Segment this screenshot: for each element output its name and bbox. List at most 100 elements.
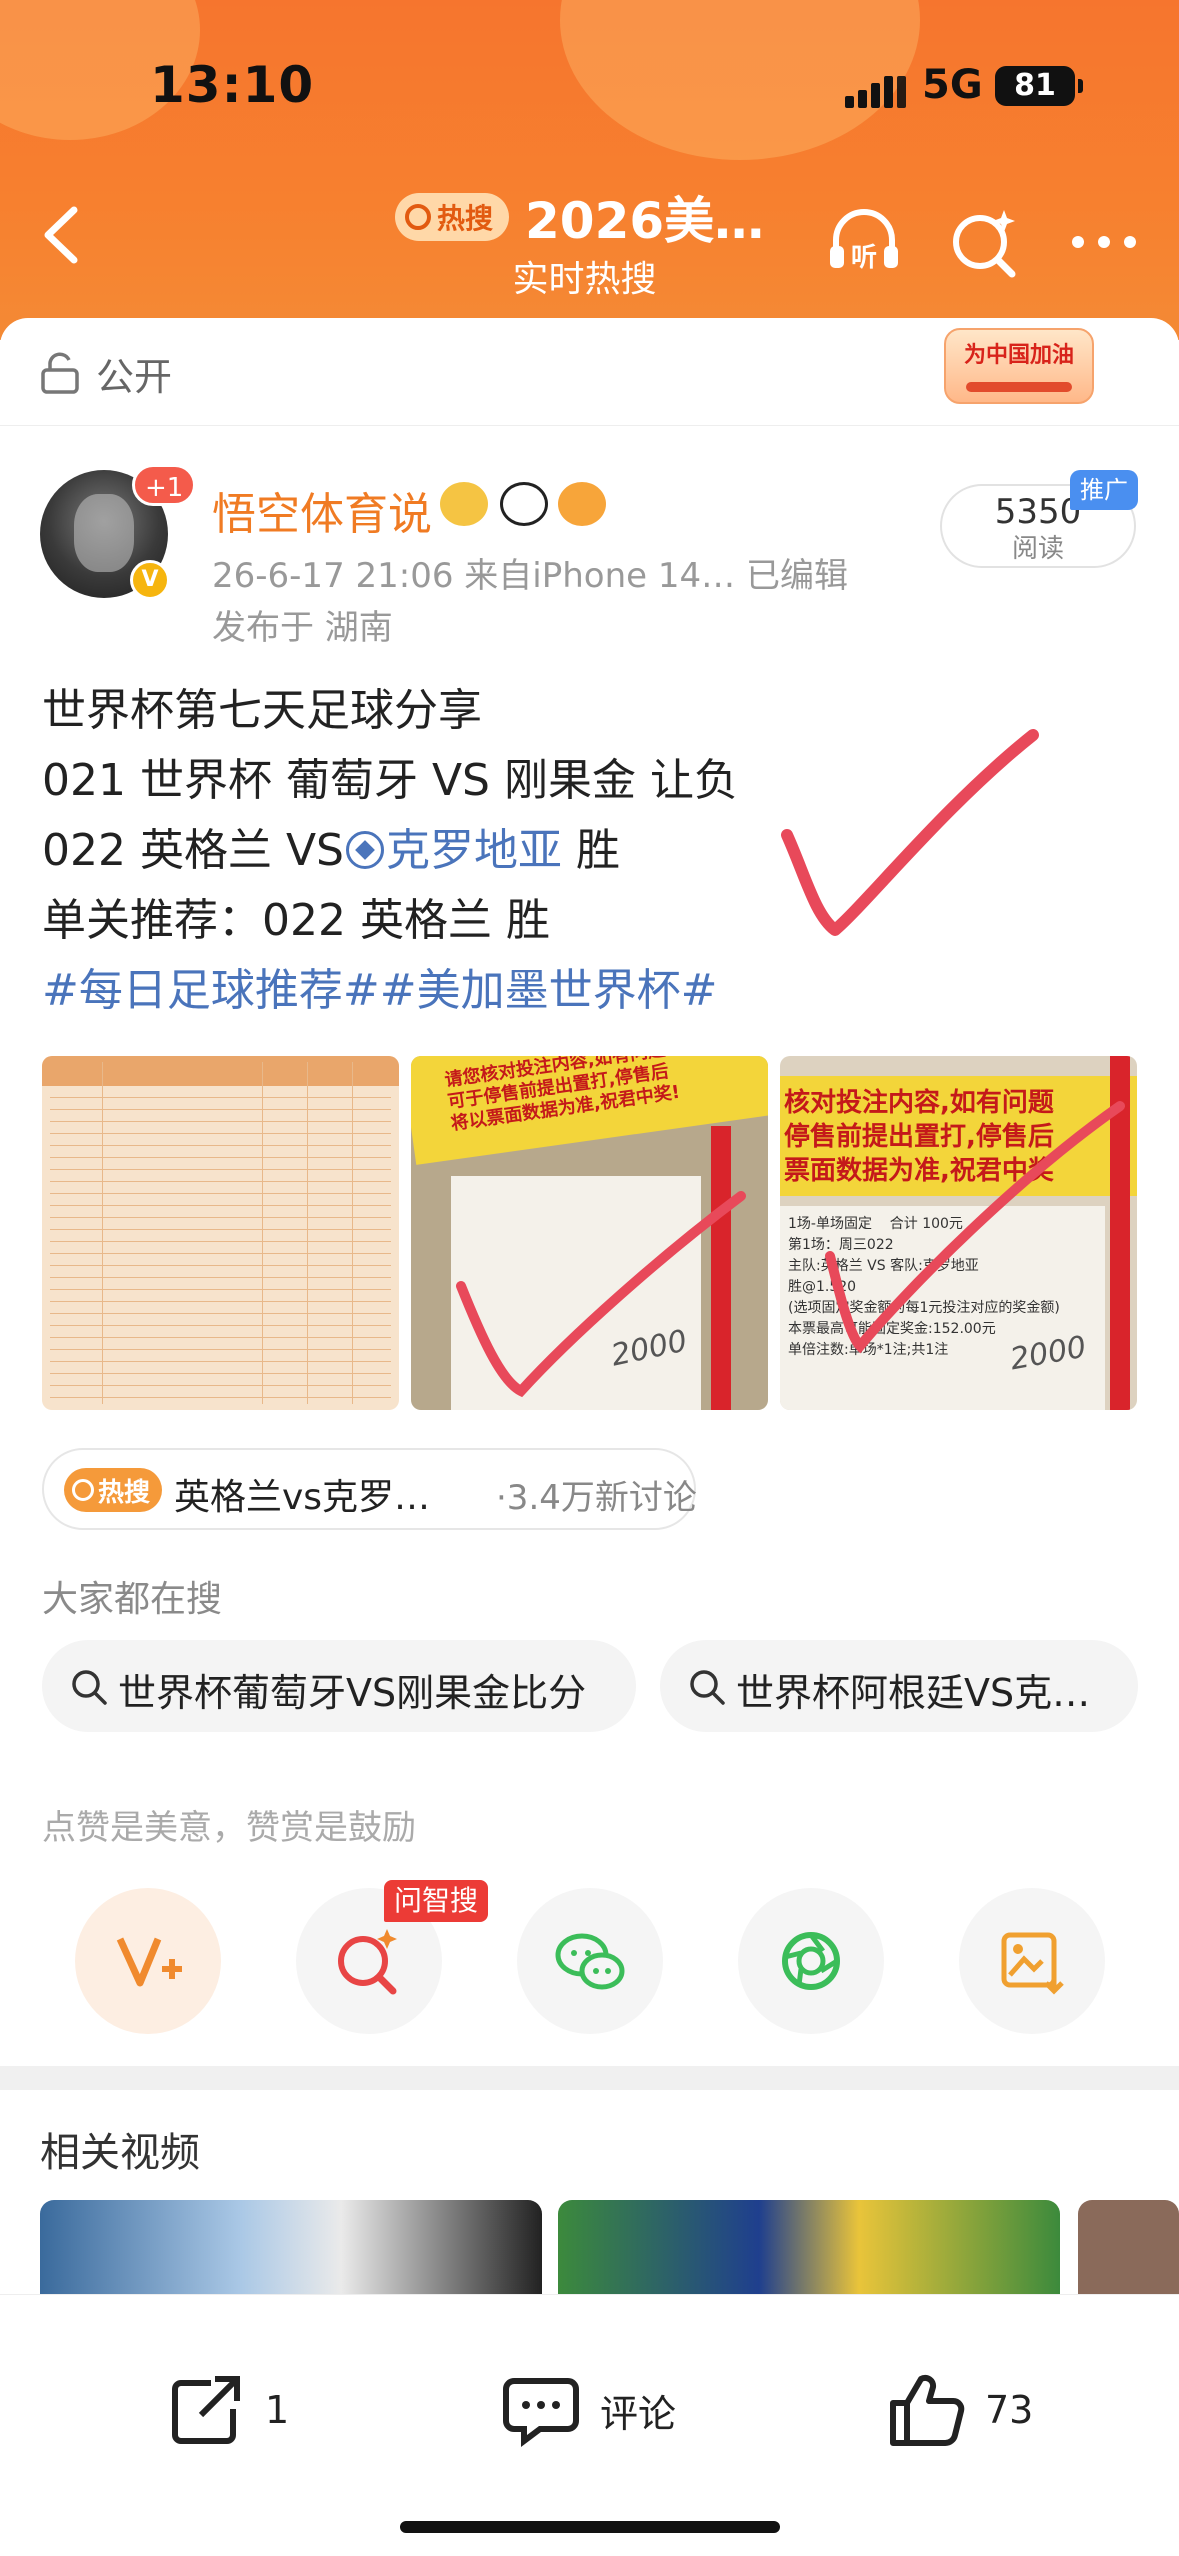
battery-icon: 81 bbox=[995, 66, 1083, 106]
comment-label: 评论 bbox=[600, 2391, 677, 2436]
table-row-line bbox=[50, 1304, 391, 1314]
comment-icon bbox=[503, 2378, 579, 2447]
post-image-table[interactable] bbox=[42, 1056, 399, 1410]
signal-icon bbox=[845, 74, 906, 108]
table-row-line bbox=[50, 1088, 391, 1098]
page-subtitle-text: 实时热搜 bbox=[512, 259, 657, 300]
wechat-icon bbox=[555, 1933, 625, 1990]
ai-search-icon[interactable] bbox=[942, 200, 1026, 284]
table-row-line bbox=[50, 1172, 391, 1182]
post-location: 发布于 湖南 bbox=[212, 608, 393, 648]
table-row-line bbox=[50, 1328, 391, 1338]
hot-topic-chip[interactable]: 热搜 英格兰vs克罗… ·3.4万新讨论 bbox=[42, 1448, 697, 1530]
post-image-ticket-1[interactable]: 请您核对投注内容,如有问题 可于停售前提出置打,停售后 将以票面数据为准,祝君中… bbox=[411, 1056, 768, 1410]
checkmark-icon bbox=[825, 1101, 1125, 1354]
header-bar: 13:10 5G 81 热搜 2026美… 实时热搜 听 bbox=[0, 0, 1179, 340]
post-line: 单关推荐：022 英格兰 胜 bbox=[42, 895, 550, 946]
ticket-banner-text: 请您核对投注内容,如有问题 可于停售前提出置打,停售后 将以票面数据为准,祝君中… bbox=[443, 1056, 682, 1135]
page-title-group[interactable]: 热搜 2026美… bbox=[395, 182, 764, 252]
table-row-line bbox=[50, 1292, 391, 1302]
table-row-line bbox=[50, 1112, 391, 1122]
search-suggestion[interactable]: 世界杯葡萄牙VS刚果金比分 bbox=[42, 1640, 636, 1732]
post-line: 021 世界杯 葡萄牙 VS 刚果金 让负 bbox=[42, 755, 738, 806]
china-cheer-badge[interactable]: 为中国加油 bbox=[944, 328, 1094, 404]
save-image-button[interactable] bbox=[959, 1888, 1105, 2034]
post-meta: 26-6-17 21:06 来自iPhone 14… 已编辑 bbox=[212, 556, 848, 596]
post-line: 022 英格兰 VS 克罗地亚 胜 bbox=[42, 816, 738, 886]
search-icon bbox=[690, 1670, 725, 1705]
table-row-line bbox=[50, 1220, 391, 1230]
thumbs-up-icon bbox=[890, 2374, 965, 2446]
table-row-line bbox=[50, 1340, 391, 1350]
table-row-line bbox=[50, 1136, 391, 1146]
table-row-line bbox=[50, 1232, 391, 1242]
moments-share-button[interactable] bbox=[738, 1888, 884, 2034]
like-count: 73 bbox=[985, 2388, 1034, 2432]
verified-icon: V bbox=[130, 560, 170, 600]
reward-icon bbox=[116, 1937, 182, 1987]
more-icon[interactable] bbox=[1062, 200, 1146, 284]
promoted-tag: 推广 bbox=[1070, 470, 1138, 510]
ai-search-icon bbox=[338, 1929, 397, 1995]
table-row-line bbox=[50, 1388, 391, 1398]
search-suggestion[interactable]: 世界杯阿根廷VS克… bbox=[660, 1640, 1138, 1732]
share-icon bbox=[172, 2376, 240, 2444]
hot-search-label: 热搜 bbox=[437, 202, 494, 235]
moments-icon bbox=[782, 1932, 840, 1990]
table-row-line bbox=[50, 1100, 391, 1110]
table-row-line bbox=[50, 1256, 391, 1266]
checkmark-icon bbox=[456, 1191, 746, 1398]
visibility-label: 公开 bbox=[96, 355, 173, 399]
table-row-line bbox=[50, 1364, 391, 1374]
search-icon bbox=[72, 1479, 94, 1501]
network-type: 5G bbox=[922, 62, 983, 108]
table-header bbox=[42, 1056, 399, 1086]
save-image-icon bbox=[1001, 1932, 1064, 1995]
table-row-line bbox=[50, 1208, 391, 1218]
football-icon bbox=[345, 831, 384, 869]
wechat-share-button[interactable] bbox=[517, 1888, 663, 2034]
related-video-thumb[interactable] bbox=[558, 2200, 1060, 2300]
hot-search-badge: 热搜 bbox=[64, 1468, 163, 1512]
status-bar: 13:10 5G 81 bbox=[0, 52, 1179, 122]
table-row-line bbox=[50, 1160, 391, 1170]
related-videos-label: 相关视频 bbox=[40, 2130, 200, 2176]
author-name[interactable]: 悟空体育说 bbox=[212, 478, 432, 542]
fish-icon bbox=[558, 482, 606, 526]
search-section-label: 大家都在搜 bbox=[42, 1579, 223, 1620]
topic-discussions: ·3.4万新讨论 bbox=[496, 1478, 697, 1518]
hot-search-badge: 热搜 bbox=[395, 193, 510, 241]
bottom-action-bar: 1 评论 73 bbox=[0, 2294, 1179, 2556]
search-icon bbox=[405, 204, 431, 230]
hashtag-links[interactable]: #每日足球推荐##美加墨世界杯# bbox=[42, 956, 738, 1026]
status-time: 13:10 bbox=[150, 56, 315, 114]
comment-button[interactable]: 评论 bbox=[500, 2365, 676, 2455]
checkmark-icon bbox=[781, 729, 1039, 936]
share-button[interactable]: 1 bbox=[165, 2365, 289, 2455]
post-line: 世界杯第七天足球分享 bbox=[42, 685, 482, 736]
avatar-badge: +1 bbox=[132, 464, 197, 506]
svg-text:听: 听 bbox=[851, 243, 877, 273]
visibility-bar: 公开 为中国加油 bbox=[0, 318, 1179, 426]
post-image-ticket-2[interactable]: 核对投注内容,如有问题 停售前提出置打,停售后 票面数据为准,祝君中奖 1场-单… bbox=[780, 1056, 1137, 1410]
related-video-thumb[interactable] bbox=[1078, 2200, 1179, 2300]
reward-button[interactable] bbox=[75, 1888, 221, 2034]
post-line-text: 022 英格兰 VS bbox=[42, 825, 344, 876]
unlock-icon bbox=[41, 352, 79, 394]
search-suggestion-text: 世界杯葡萄牙VS刚果金比分 bbox=[118, 1671, 587, 1715]
like-button[interactable]: 73 bbox=[885, 2365, 1033, 2455]
search-icon bbox=[72, 1670, 107, 1705]
team-link[interactable]: 克罗地亚 bbox=[386, 825, 562, 876]
table-row-line bbox=[50, 1148, 391, 1158]
reward-hint: 点赞是美意，赞赏是鼓励 bbox=[42, 1808, 416, 1848]
post-body: 世界杯第七天足球分享 021 世界杯 葡萄牙 VS 刚果金 让负 022 英格兰… bbox=[42, 676, 738, 1026]
post-line-text: 胜 bbox=[561, 825, 620, 876]
table-row-line bbox=[50, 1184, 391, 1194]
table-row-line bbox=[50, 1268, 391, 1278]
table-row-line bbox=[50, 1352, 391, 1362]
listen-icon[interactable]: 听 bbox=[822, 200, 906, 284]
page-title: 2026美… bbox=[525, 192, 765, 250]
related-video-thumb[interactable] bbox=[40, 2200, 542, 2300]
topic-title: 英格兰vs克罗… bbox=[174, 1477, 431, 1518]
panda-icon bbox=[500, 482, 548, 526]
